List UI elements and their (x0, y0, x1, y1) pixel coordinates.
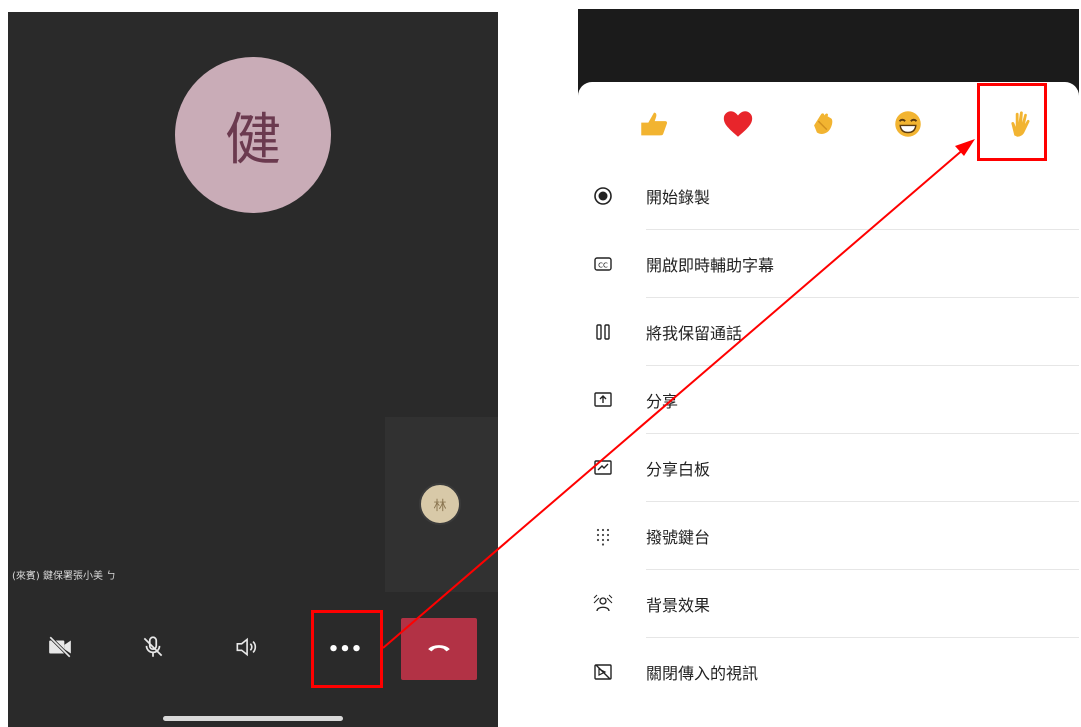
video-off-icon (47, 634, 73, 664)
menu-item-share[interactable]: 分享 (578, 366, 1079, 434)
call-screen: 健 林 (來賓) 鍵保署張小美 ㄅ ••• (8, 12, 498, 727)
record-icon (592, 185, 614, 207)
reaction-heart-button[interactable] (716, 104, 760, 148)
menu-item-hold-call[interactable]: 將我保留通話 (578, 298, 1079, 366)
menu-item-live-captions[interactable]: CC 開啟即時輔助字幕 (578, 230, 1079, 298)
call-controls-bar: ••• (8, 600, 498, 690)
menu-item-turn-off-incoming-video[interactable]: 關閉傳入的視訊 (578, 638, 1079, 706)
applause-icon (807, 107, 841, 145)
highlight-more-button (311, 610, 383, 688)
participant-name-label: (來賓) 鍵保署張小美 ㄅ (12, 571, 117, 582)
more-menu-sheet: 開始錄製 CC 開啟即時輔助字幕 將我保留通話 分享 分享白板 撥號鍵台 背景效… (578, 82, 1079, 727)
menu-item-label: 開始錄製 (646, 188, 711, 207)
speaker-button[interactable] (214, 620, 278, 678)
menu-item-background-effects[interactable]: 背景效果 (578, 570, 1079, 638)
whiteboard-icon (592, 457, 614, 479)
phone-hangup-icon (426, 634, 452, 664)
self-video-tile[interactable]: 林 (385, 417, 498, 592)
menu-item-start-recording[interactable]: 開始錄製 (578, 162, 1079, 230)
mic-toggle-button[interactable] (121, 620, 185, 678)
menu-item-label: 撥號鍵台 (646, 528, 711, 547)
self-avatar: 林 (419, 483, 461, 525)
reaction-applause-button[interactable] (802, 104, 846, 148)
highlight-raise-hand (977, 83, 1047, 161)
background-effects-icon (592, 593, 614, 615)
video-off-icon (592, 661, 614, 683)
menu-item-label: 關閉傳入的視訊 (646, 664, 759, 683)
menu-item-label: 分享白板 (646, 460, 711, 479)
menu-item-label: 背景效果 (646, 596, 711, 615)
menu-item-share-whiteboard[interactable]: 分享白板 (578, 434, 1079, 502)
share-icon (592, 389, 614, 411)
dialpad-icon (592, 525, 614, 547)
menu-item-label: 分享 (646, 392, 679, 411)
camera-toggle-button[interactable] (28, 620, 92, 678)
reaction-laugh-button[interactable] (886, 104, 930, 148)
menu-item-dialpad[interactable]: 撥號鍵台 (578, 502, 1079, 570)
reaction-like-button[interactable] (632, 104, 676, 148)
remote-avatar: 健 (175, 57, 331, 213)
hangup-button[interactable] (401, 618, 477, 680)
menu-item-label: 開啟即時輔助字幕 (646, 256, 775, 275)
laugh-icon (891, 107, 925, 145)
pause-icon (592, 321, 614, 343)
like-icon (637, 107, 671, 145)
menu-item-label: 將我保留通話 (646, 324, 743, 343)
heart-icon (721, 107, 755, 145)
home-indicator (163, 716, 343, 721)
mic-off-icon (140, 634, 166, 664)
speaker-icon (233, 634, 259, 664)
closed-caption-icon: CC (592, 253, 614, 275)
svg-text:CC: CC (598, 262, 608, 270)
